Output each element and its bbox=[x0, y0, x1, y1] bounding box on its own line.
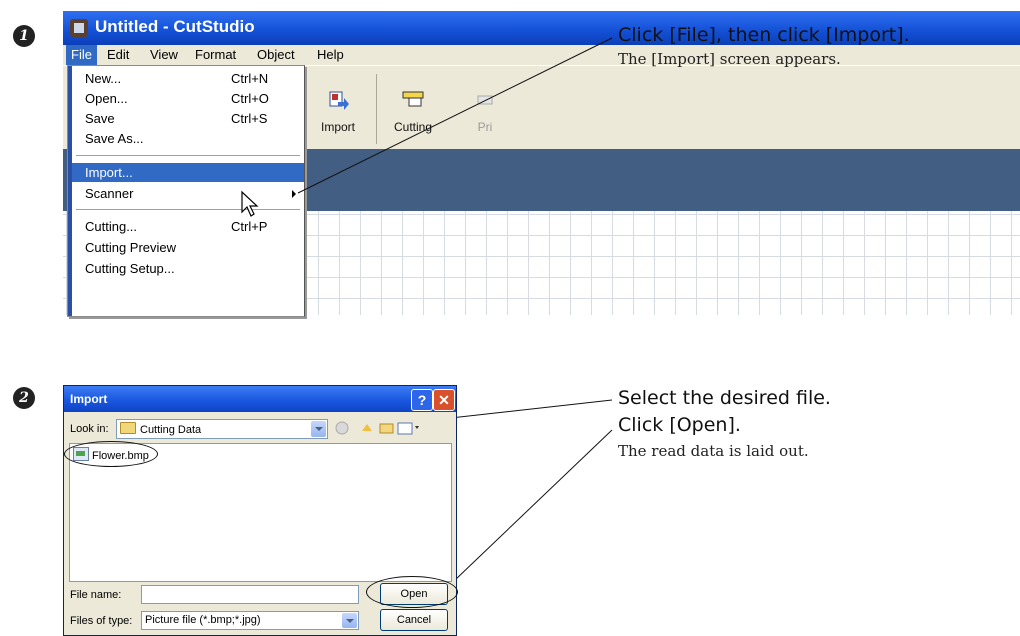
chevron-down-icon bbox=[342, 613, 357, 628]
step-1-result: The [Import] screen appears. bbox=[618, 50, 841, 68]
help-button[interactable]: ? bbox=[411, 389, 433, 411]
file-name-input[interactable] bbox=[141, 585, 359, 604]
dialog-title: Import bbox=[70, 392, 108, 406]
look-in-combo[interactable]: Cutting Data bbox=[116, 419, 328, 439]
close-button[interactable]: ✕ bbox=[433, 389, 455, 411]
step-2-result: The read data is laid out. bbox=[618, 442, 809, 460]
files-of-type-combo[interactable]: Picture file (*.bmp;*.jpg) bbox=[141, 611, 359, 630]
file-highlight-ellipse bbox=[64, 441, 158, 467]
folder-icon bbox=[120, 422, 136, 434]
chevron-down-icon bbox=[311, 421, 326, 437]
cancel-button[interactable]: Cancel bbox=[380, 609, 448, 631]
step-2-instruction-1: Select the desired file. bbox=[618, 387, 831, 409]
files-of-type-label: Files of type: bbox=[70, 615, 133, 627]
open-highlight-ellipse bbox=[366, 576, 458, 608]
file-name-label: File name: bbox=[70, 589, 122, 601]
dialog-title-bar: Import ? ✕ bbox=[64, 386, 456, 412]
step-2-number: 2 bbox=[13, 387, 35, 409]
step-2-instruction-2: Click [Open]. bbox=[618, 414, 741, 436]
step-1-instruction: Click [File], then click [Import]. bbox=[618, 24, 910, 46]
look-in-label: Look in: bbox=[70, 423, 109, 435]
nav-toolbar-icons[interactable] bbox=[332, 419, 452, 437]
